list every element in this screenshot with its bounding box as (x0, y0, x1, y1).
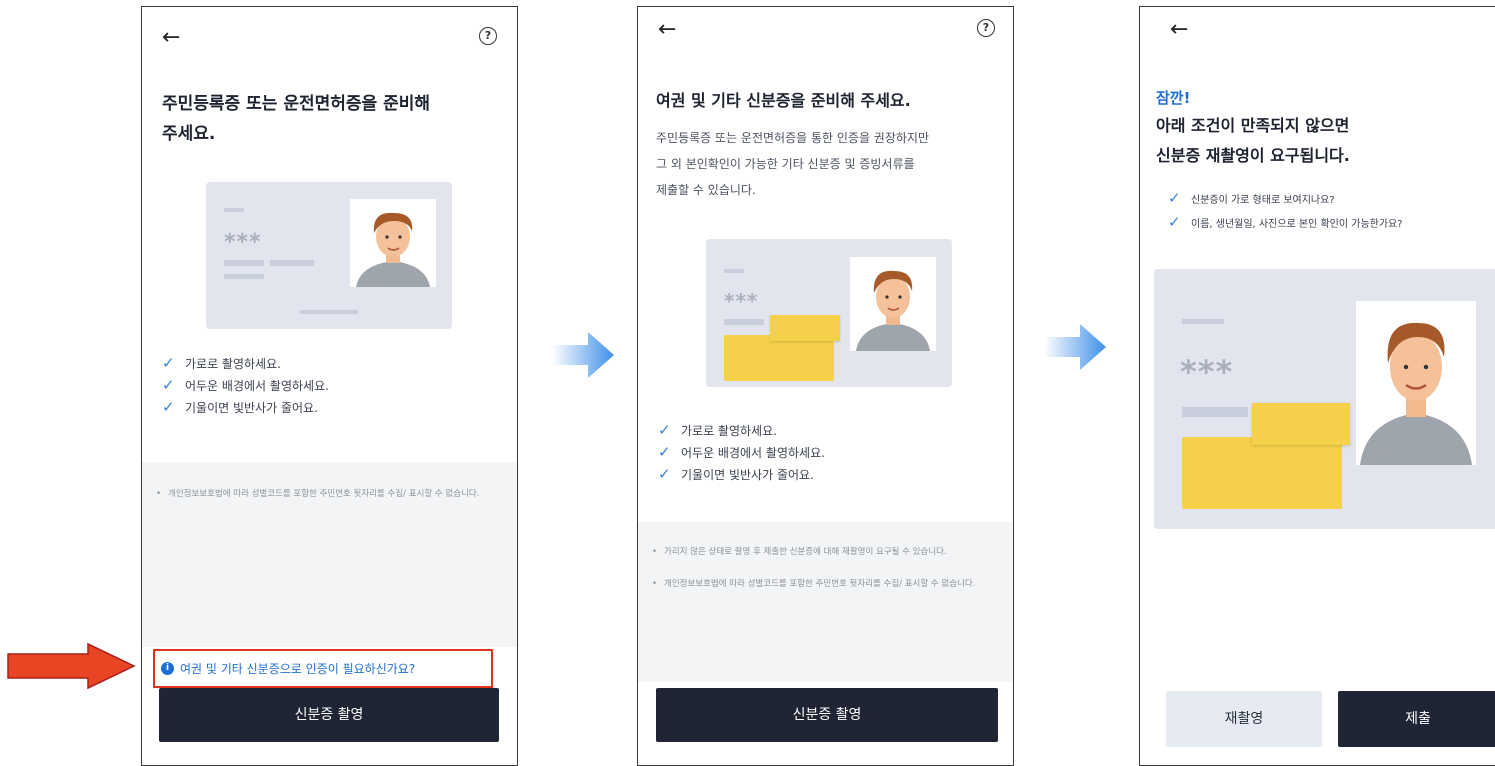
back-arrow-icon[interactable]: ← (162, 27, 180, 49)
warning-accent: 잠깐! (1156, 89, 1191, 107)
screen-other-id-prepare: ← ? 여권 및 기타 신분증을 준비해 주세요. 주민등록증 또는 운전면허증… (637, 6, 1014, 766)
list-item: ✓ 이름, 생년월일, 사진으로 본인 확인이 가능한가요? (1168, 213, 1403, 231)
sticky-note (1252, 403, 1350, 445)
check-list: ✓ 신분증이 가로 형태로 보여지나요? ✓ 이름, 생년월일, 사진으로 본인 확… (1168, 185, 1403, 233)
check-list: ✓ 가로로 촬영하세요. ✓ 어두운 배경에서 촬영하세요. ✓ 기울이면 빛반사가 … (162, 352, 329, 418)
blue-arrow-right-icon (1044, 324, 1106, 370)
notice-section: • 가리지 않은 상태로 촬영 후 제출한 신분증에 대해 재촬영이 요구될 수 … (638, 522, 1013, 682)
list-item: ✓ 어두운 배경에서 촬영하세요. (658, 443, 825, 461)
page-title: 여권 및 기타 신분증을 준비해 주세요. (656, 91, 911, 110)
info-icon: i (161, 662, 174, 675)
retake-button[interactable]: 재촬영 (1166, 691, 1322, 747)
sticky-note (770, 315, 840, 341)
list-item: ✓ 기울이면 빛반사가 줄어요. (658, 465, 814, 483)
screen-id-prepare: ← ? 주민등록증 또는 운전면허증을 준비해 주세요. *** ✓ 가로로 촬영… (141, 6, 518, 766)
submit-button[interactable]: 제출 (1338, 691, 1495, 747)
page-title: 아래 조건이 만족되지 않으면 신분증 재촬영이 요구됩니다. (1156, 116, 1350, 165)
description: 주민등록증 또는 운전면허증을 통한 인증을 권장하지만 그 외 본인확인이 가… (656, 131, 929, 197)
list-item: ✓ 가로로 촬영하세요. (162, 354, 281, 372)
red-arrow-right-icon (7, 642, 136, 690)
help-icon[interactable]: ? (977, 19, 995, 37)
notice-text: • 개인정보보호법에 따라 성별코드를 포함한 주민번호 뒷자리를 수집/ 표시할… (652, 579, 976, 589)
blue-arrow-right-icon (552, 332, 614, 378)
other-id-link-label: 여권 및 기타 신분증으로 인증이 필요하신가요? (180, 662, 416, 676)
avatar (350, 199, 436, 287)
avatar (850, 257, 936, 351)
list-item: ✓ 가로로 촬영하세요. (658, 421, 777, 439)
screen-retake-warning: ← 잠깐! 아래 조건이 만족되지 않으면 신분증 재촬영이 요구됩니다. ✓ 신… (1139, 6, 1495, 766)
back-arrow-icon[interactable]: ← (658, 19, 676, 41)
other-id-link[interactable]: i 여권 및 기타 신분증으로 인증이 필요하신가요? (153, 649, 493, 688)
capture-id-button[interactable]: 신분증 촬영 (656, 688, 998, 742)
list-item: ✓ 어두운 배경에서 촬영하세요. (162, 376, 329, 394)
list-item: ✓ 신분증이 가로 형태로 보여지나요? (1168, 189, 1335, 207)
id-card-illustration: *** (706, 239, 952, 387)
help-icon[interactable]: ? (479, 27, 497, 45)
id-card-illustration: *** (206, 182, 452, 329)
capture-id-button[interactable]: 신분증 촬영 (159, 688, 499, 742)
notice-text: • 개인정보보호법에 따라 성별코드를 포함한 주민번호 뒷자리를 수집/ 표시할… (156, 489, 480, 499)
sticky-note (724, 335, 834, 381)
id-card-illustration: *** (1154, 269, 1495, 529)
list-item: ✓ 기울이면 빛반사가 줄어요. (162, 398, 318, 416)
back-arrow-icon[interactable]: ← (1170, 19, 1188, 41)
notice-text: • 가리지 않은 상태로 촬영 후 제출한 신분증에 대해 재촬영이 요구될 수 … (652, 547, 947, 557)
sticky-note (1182, 437, 1342, 509)
notice-section: • 개인정보보호법에 따라 성별코드를 포함한 주민번호 뒷자리를 수집/ 표시할… (142, 462, 517, 647)
avatar (1356, 301, 1476, 465)
page-title: 주민등록증 또는 운전면허증을 준비해 주세요. (162, 94, 430, 144)
check-list: ✓ 가로로 촬영하세요. ✓ 어두운 배경에서 촬영하세요. ✓ 기울이면 빛반사가 … (658, 419, 825, 485)
